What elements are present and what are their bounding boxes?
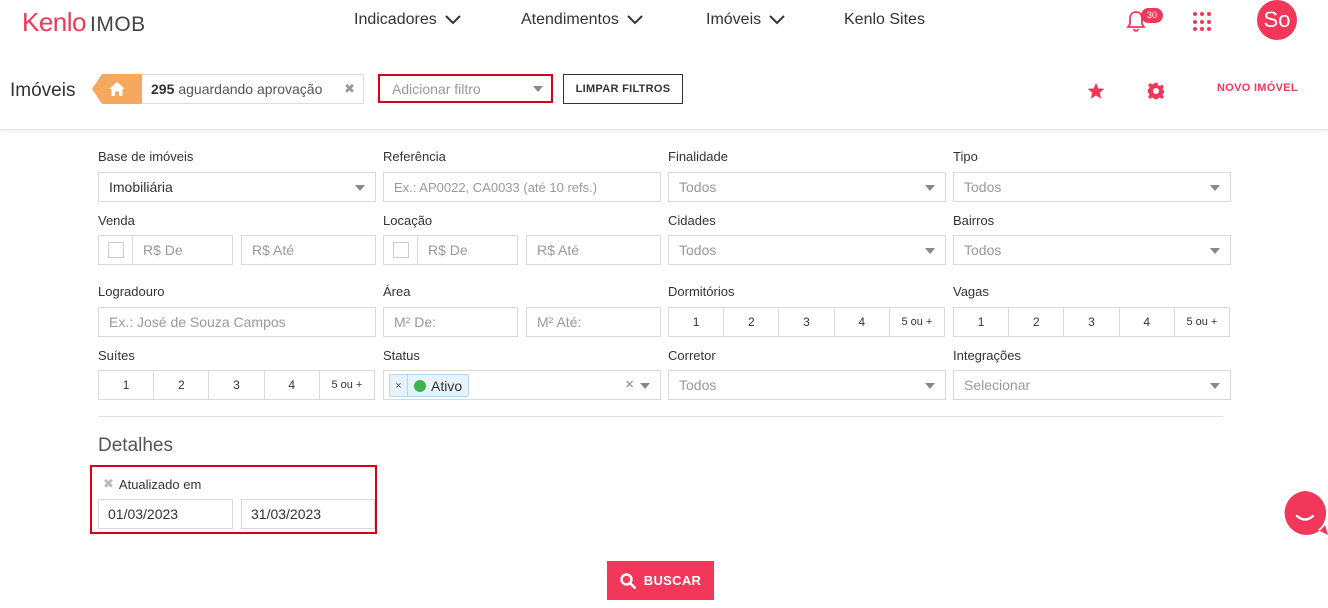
- corretor-select[interactable]: Todos: [668, 370, 946, 400]
- home-icon: [109, 82, 125, 96]
- chevron-down-icon: [445, 15, 461, 25]
- count-option[interactable]: 5 ou +: [320, 371, 374, 399]
- gear-icon[interactable]: [1147, 82, 1165, 100]
- corretor-label: Corretor: [668, 348, 716, 363]
- date-from-input[interactable]: 01/03/2023: [98, 499, 233, 529]
- nav-imoveis[interactable]: Imóveis: [706, 11, 785, 29]
- kenlo-logo[interactable]: Kenlo IMOB: [22, 7, 146, 38]
- caret-down-icon: [925, 248, 935, 254]
- clear-filters-button[interactable]: LIMPAR FILTROS: [563, 74, 683, 104]
- locacao-from-input[interactable]: R$ De: [417, 235, 518, 265]
- finalidade-select[interactable]: Todos: [668, 172, 946, 202]
- area-label: Área: [383, 284, 411, 299]
- notification-badge: 30: [1141, 8, 1163, 23]
- venda-to-input[interactable]: R$ Até: [241, 235, 376, 265]
- vagas-label: Vagas: [953, 284, 989, 299]
- chevron-down-icon: [627, 15, 643, 25]
- nav-indicadores[interactable]: Indicadores: [354, 11, 461, 29]
- date-to-input[interactable]: 31/03/2023: [241, 499, 375, 529]
- caret-down-icon: [1210, 248, 1220, 254]
- count-option[interactable]: 4: [265, 371, 320, 399]
- search-icon: [620, 572, 636, 589]
- updated-label: ✖ Atualizado em: [103, 476, 202, 492]
- venda-checkbox[interactable]: [98, 235, 132, 265]
- count-option[interactable]: 4: [835, 308, 890, 336]
- status-label: Status: [383, 348, 420, 363]
- approval-filter-chip: 295 aguardando aprovação ✖: [142, 74, 364, 104]
- cidades-select[interactable]: Todos: [668, 235, 946, 265]
- caret-down-icon: [1210, 383, 1220, 389]
- count-option[interactable]: 2: [724, 308, 780, 336]
- base-label: Base de imóveis: [98, 149, 194, 164]
- count-option[interactable]: 2: [1009, 308, 1065, 336]
- nav-kenlo-sites[interactable]: Kenlo Sites: [844, 11, 925, 29]
- reference-label: Referência: [383, 149, 446, 164]
- bairros-label: Bairros: [953, 213, 995, 228]
- caret-down-icon: [533, 86, 543, 92]
- remove-chip-icon[interactable]: ✖: [344, 81, 355, 97]
- chat-bubble-icon[interactable]: [1281, 489, 1328, 536]
- star-icon[interactable]: [1087, 82, 1105, 100]
- reference-input[interactable]: Ex.: AP0022, CA0033 (até 10 refs.): [383, 172, 661, 202]
- locacao-to-input[interactable]: R$ Até: [526, 235, 661, 265]
- status-tag-ativo: × Ativo: [389, 374, 469, 397]
- count-option[interactable]: 3: [209, 371, 265, 399]
- status-dot: [414, 379, 426, 392]
- caret-down-icon: [355, 185, 365, 191]
- count-option[interactable]: 1: [99, 371, 155, 399]
- search-button[interactable]: BUSCAR: [607, 561, 714, 600]
- count-option[interactable]: 3: [1064, 308, 1120, 336]
- clear-status-icon[interactable]: ×: [625, 376, 634, 393]
- remove-filter-icon[interactable]: ✖: [103, 476, 114, 492]
- integracoes-select[interactable]: Selecionar: [953, 370, 1231, 400]
- venda-from-input[interactable]: R$ De: [132, 235, 233, 265]
- new-property-link[interactable]: NOVO IMÓVEL: [1217, 82, 1298, 94]
- count-option[interactable]: 1: [954, 308, 1010, 336]
- vagas-selector: 1 2 3 4 5 ou +: [953, 307, 1230, 337]
- tipo-select[interactable]: Todos: [953, 172, 1231, 202]
- section-divider: [98, 416, 1223, 417]
- home-breadcrumb[interactable]: [92, 74, 142, 104]
- dormitorios-selector: 1 2 3 4 5 ou +: [668, 307, 945, 337]
- count-option[interactable]: 5 ou +: [890, 308, 944, 336]
- count-option[interactable]: 5 ou +: [1175, 308, 1229, 336]
- locacao-checkbox[interactable]: [383, 235, 417, 265]
- base-select[interactable]: Imobiliária: [98, 172, 376, 202]
- finalidade-label: Finalidade: [668, 149, 728, 164]
- caret-down-icon: [925, 185, 935, 191]
- count-option[interactable]: 3: [779, 308, 835, 336]
- add-filter-select[interactable]: Adicionar filtro: [378, 74, 553, 103]
- count-option[interactable]: 2: [154, 371, 210, 399]
- apps-grid-icon[interactable]: [1193, 12, 1213, 32]
- integracoes-label: Integrações: [953, 348, 1021, 363]
- bairros-select[interactable]: Todos: [953, 235, 1231, 265]
- dormitorios-label: Dormitórios: [668, 284, 735, 299]
- caret-down-icon: [640, 383, 650, 389]
- details-title: Detalhes: [98, 435, 173, 456]
- top-navbar: Kenlo IMOB Indicadores Atendimentos Imóv…: [0, 0, 1328, 44]
- page-header: Imóveis 295 aguardando aprovação ✖ Adici…: [0, 60, 1328, 130]
- tipo-label: Tipo: [953, 149, 978, 164]
- locacao-label: Locação: [383, 213, 433, 228]
- caret-down-icon: [1210, 185, 1220, 191]
- venda-label: Venda: [98, 213, 135, 228]
- count-option[interactable]: 4: [1120, 308, 1175, 336]
- suites-label: Suítes: [98, 348, 135, 363]
- nav-atendimentos[interactable]: Atendimentos: [521, 11, 643, 29]
- area-from-input[interactable]: M² De:: [383, 307, 518, 337]
- logradouro-input[interactable]: Ex.: José de Souza Campos: [98, 307, 376, 337]
- chevron-down-icon: [769, 15, 785, 25]
- logradouro-label: Logradouro: [98, 284, 165, 299]
- cidades-label: Cidades: [668, 213, 716, 228]
- area-to-input[interactable]: M² Até:: [526, 307, 661, 337]
- count-option[interactable]: 1: [669, 308, 725, 336]
- page-title: Imóveis: [10, 80, 76, 101]
- caret-down-icon: [925, 383, 935, 389]
- user-avatar[interactable]: So: [1257, 0, 1297, 40]
- remove-tag-icon[interactable]: ×: [390, 375, 408, 396]
- suites-selector: 1 2 3 4 5 ou +: [98, 370, 375, 400]
